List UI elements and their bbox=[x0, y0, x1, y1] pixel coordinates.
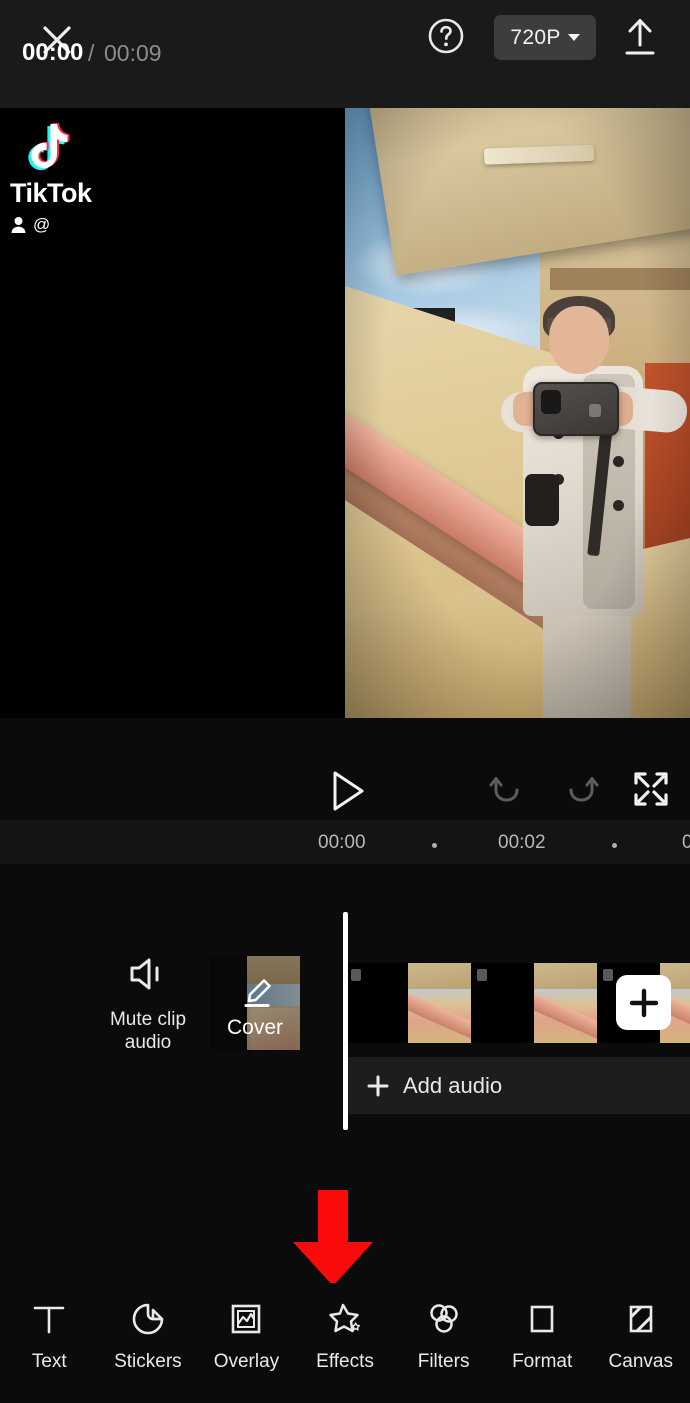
tool-label: Format bbox=[512, 1351, 573, 1372]
ruler-tick-dot bbox=[612, 843, 617, 848]
person-icon bbox=[11, 217, 26, 233]
undo-icon[interactable] bbox=[488, 772, 528, 812]
plus-icon bbox=[629, 988, 658, 1017]
filters-circles-icon bbox=[424, 1299, 464, 1339]
upload-icon[interactable] bbox=[618, 14, 662, 60]
redo-icon[interactable] bbox=[560, 772, 600, 812]
canvas-hatch-icon bbox=[621, 1299, 661, 1339]
tool-overlay[interactable]: Overlay bbox=[197, 1283, 296, 1373]
fullscreen-icon[interactable] bbox=[632, 770, 670, 808]
ruler-tick-label: 00:02 bbox=[498, 832, 546, 853]
total-time: 00:09 bbox=[104, 40, 162, 66]
red-down-arrow bbox=[288, 1190, 378, 1288]
mute-clip-audio-button[interactable]: Mute clip audio bbox=[92, 955, 204, 1054]
vignette bbox=[345, 108, 690, 718]
tool-label: Filters bbox=[417, 1351, 470, 1372]
sticker-icon bbox=[128, 1299, 168, 1339]
pencil-edit-icon bbox=[240, 976, 274, 1010]
add-audio-track[interactable]: Add audio bbox=[345, 1057, 690, 1114]
plus-icon bbox=[367, 1075, 389, 1096]
cover-label: Cover bbox=[226, 1016, 284, 1039]
tool-label: Text bbox=[31, 1351, 67, 1372]
ruler-tick-label: 0 bbox=[682, 832, 690, 853]
text-icon bbox=[29, 1299, 69, 1339]
overlay-image-icon bbox=[226, 1299, 266, 1339]
add-audio-label: Add audio bbox=[403, 1072, 503, 1098]
resolution-label: 720P bbox=[510, 25, 561, 49]
timeline-ruler[interactable]: 00:00 00:02 0 bbox=[0, 820, 690, 864]
help-circle-icon[interactable] bbox=[424, 14, 468, 58]
capcut-editor-screen: 720P TikTok @ 00:00 / 00:09 00:00 00:02 … bbox=[0, 0, 690, 1403]
cover-button[interactable]: Cover bbox=[210, 956, 300, 1050]
chevron-down-icon bbox=[567, 34, 580, 41]
watermark-handle: @ bbox=[10, 215, 170, 235]
handle-text: @ bbox=[33, 215, 51, 234]
filmstrip-frame bbox=[408, 963, 471, 1043]
mute-clip-label: Mute clip audio bbox=[109, 1009, 187, 1053]
video-frame bbox=[345, 108, 690, 718]
tool-label: Overlay bbox=[213, 1351, 280, 1372]
current-time: 00:00 bbox=[22, 39, 84, 66]
tool-stickers[interactable]: Stickers bbox=[99, 1283, 198, 1373]
tool-label: Canvas bbox=[608, 1351, 673, 1372]
ruler-tick-label: 00:00 bbox=[318, 832, 366, 853]
format-square-icon bbox=[522, 1299, 562, 1339]
resolution-dropdown[interactable]: 720P bbox=[494, 15, 596, 60]
tool-effects[interactable]: Effects bbox=[296, 1283, 395, 1373]
add-clip-button[interactable] bbox=[616, 975, 671, 1030]
play-icon[interactable] bbox=[326, 768, 368, 814]
tool-format[interactable]: Format bbox=[493, 1283, 592, 1373]
tiktok-note-icon bbox=[16, 118, 74, 176]
playhead-marker[interactable] bbox=[343, 912, 348, 1130]
video-preview[interactable]: TikTok @ bbox=[0, 108, 690, 718]
filmstrip-frame bbox=[471, 963, 534, 1043]
tiktok-watermark: TikTok @ bbox=[10, 118, 170, 235]
tool-label: Stickers bbox=[114, 1351, 182, 1372]
effects-star-icon bbox=[325, 1299, 365, 1339]
tool-text[interactable]: Text bbox=[0, 1283, 99, 1373]
tool-filters[interactable]: Filters bbox=[394, 1283, 493, 1373]
filmstrip-frame bbox=[345, 963, 408, 1043]
ruler-tick-dot bbox=[432, 843, 437, 848]
tiktok-brand-text: TikTok bbox=[10, 178, 92, 208]
tool-canvas[interactable]: Canvas bbox=[591, 1283, 690, 1373]
bottom-toolbar: Text Stickers Overlay Effects Filters Fo… bbox=[0, 1283, 690, 1403]
time-separator: / bbox=[88, 40, 95, 66]
tool-label: Effects bbox=[316, 1351, 374, 1372]
filmstrip-frame bbox=[534, 963, 597, 1043]
speaker-mute-icon bbox=[130, 958, 159, 990]
